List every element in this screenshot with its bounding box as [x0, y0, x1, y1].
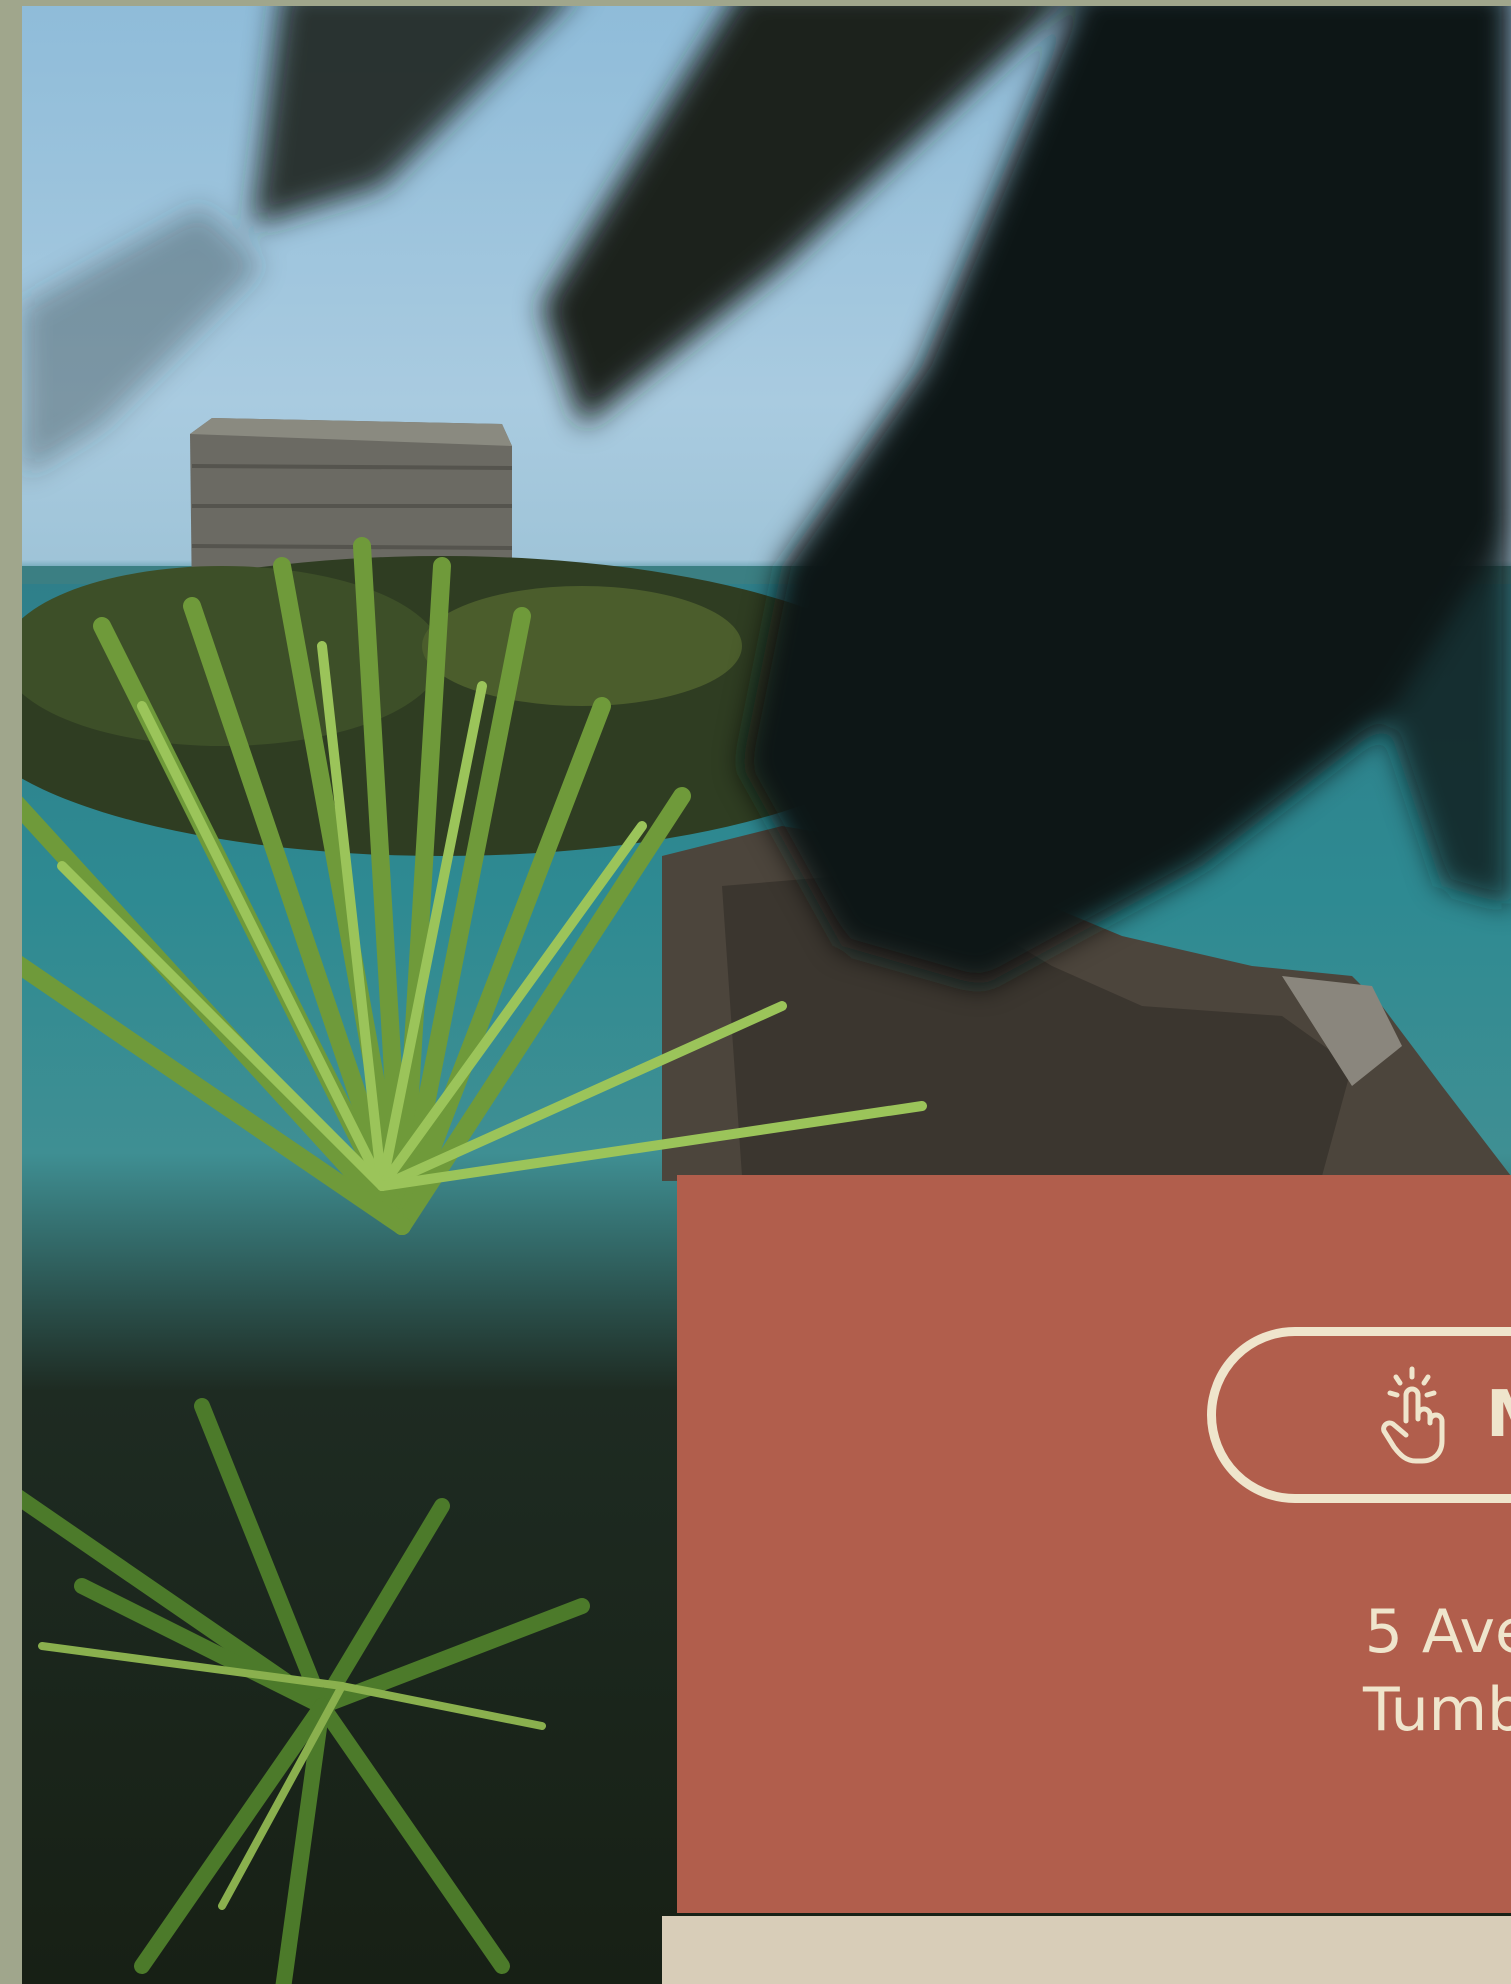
address-line-1: 5 Ave. north	[1364, 1597, 1511, 1667]
tap-hand-icon	[1381, 1366, 1445, 1464]
cta-label: Ma	[1486, 1378, 1511, 1452]
address: 5 Ave. north Tumben Kaa	[831, 1593, 1511, 1749]
info-panel: Ma 5 Ave. north Tumben Kaa	[677, 1175, 1511, 1913]
address-line-2: Tumben Kaa	[1363, 1675, 1511, 1745]
cta-button[interactable]: Ma	[1207, 1327, 1511, 1503]
